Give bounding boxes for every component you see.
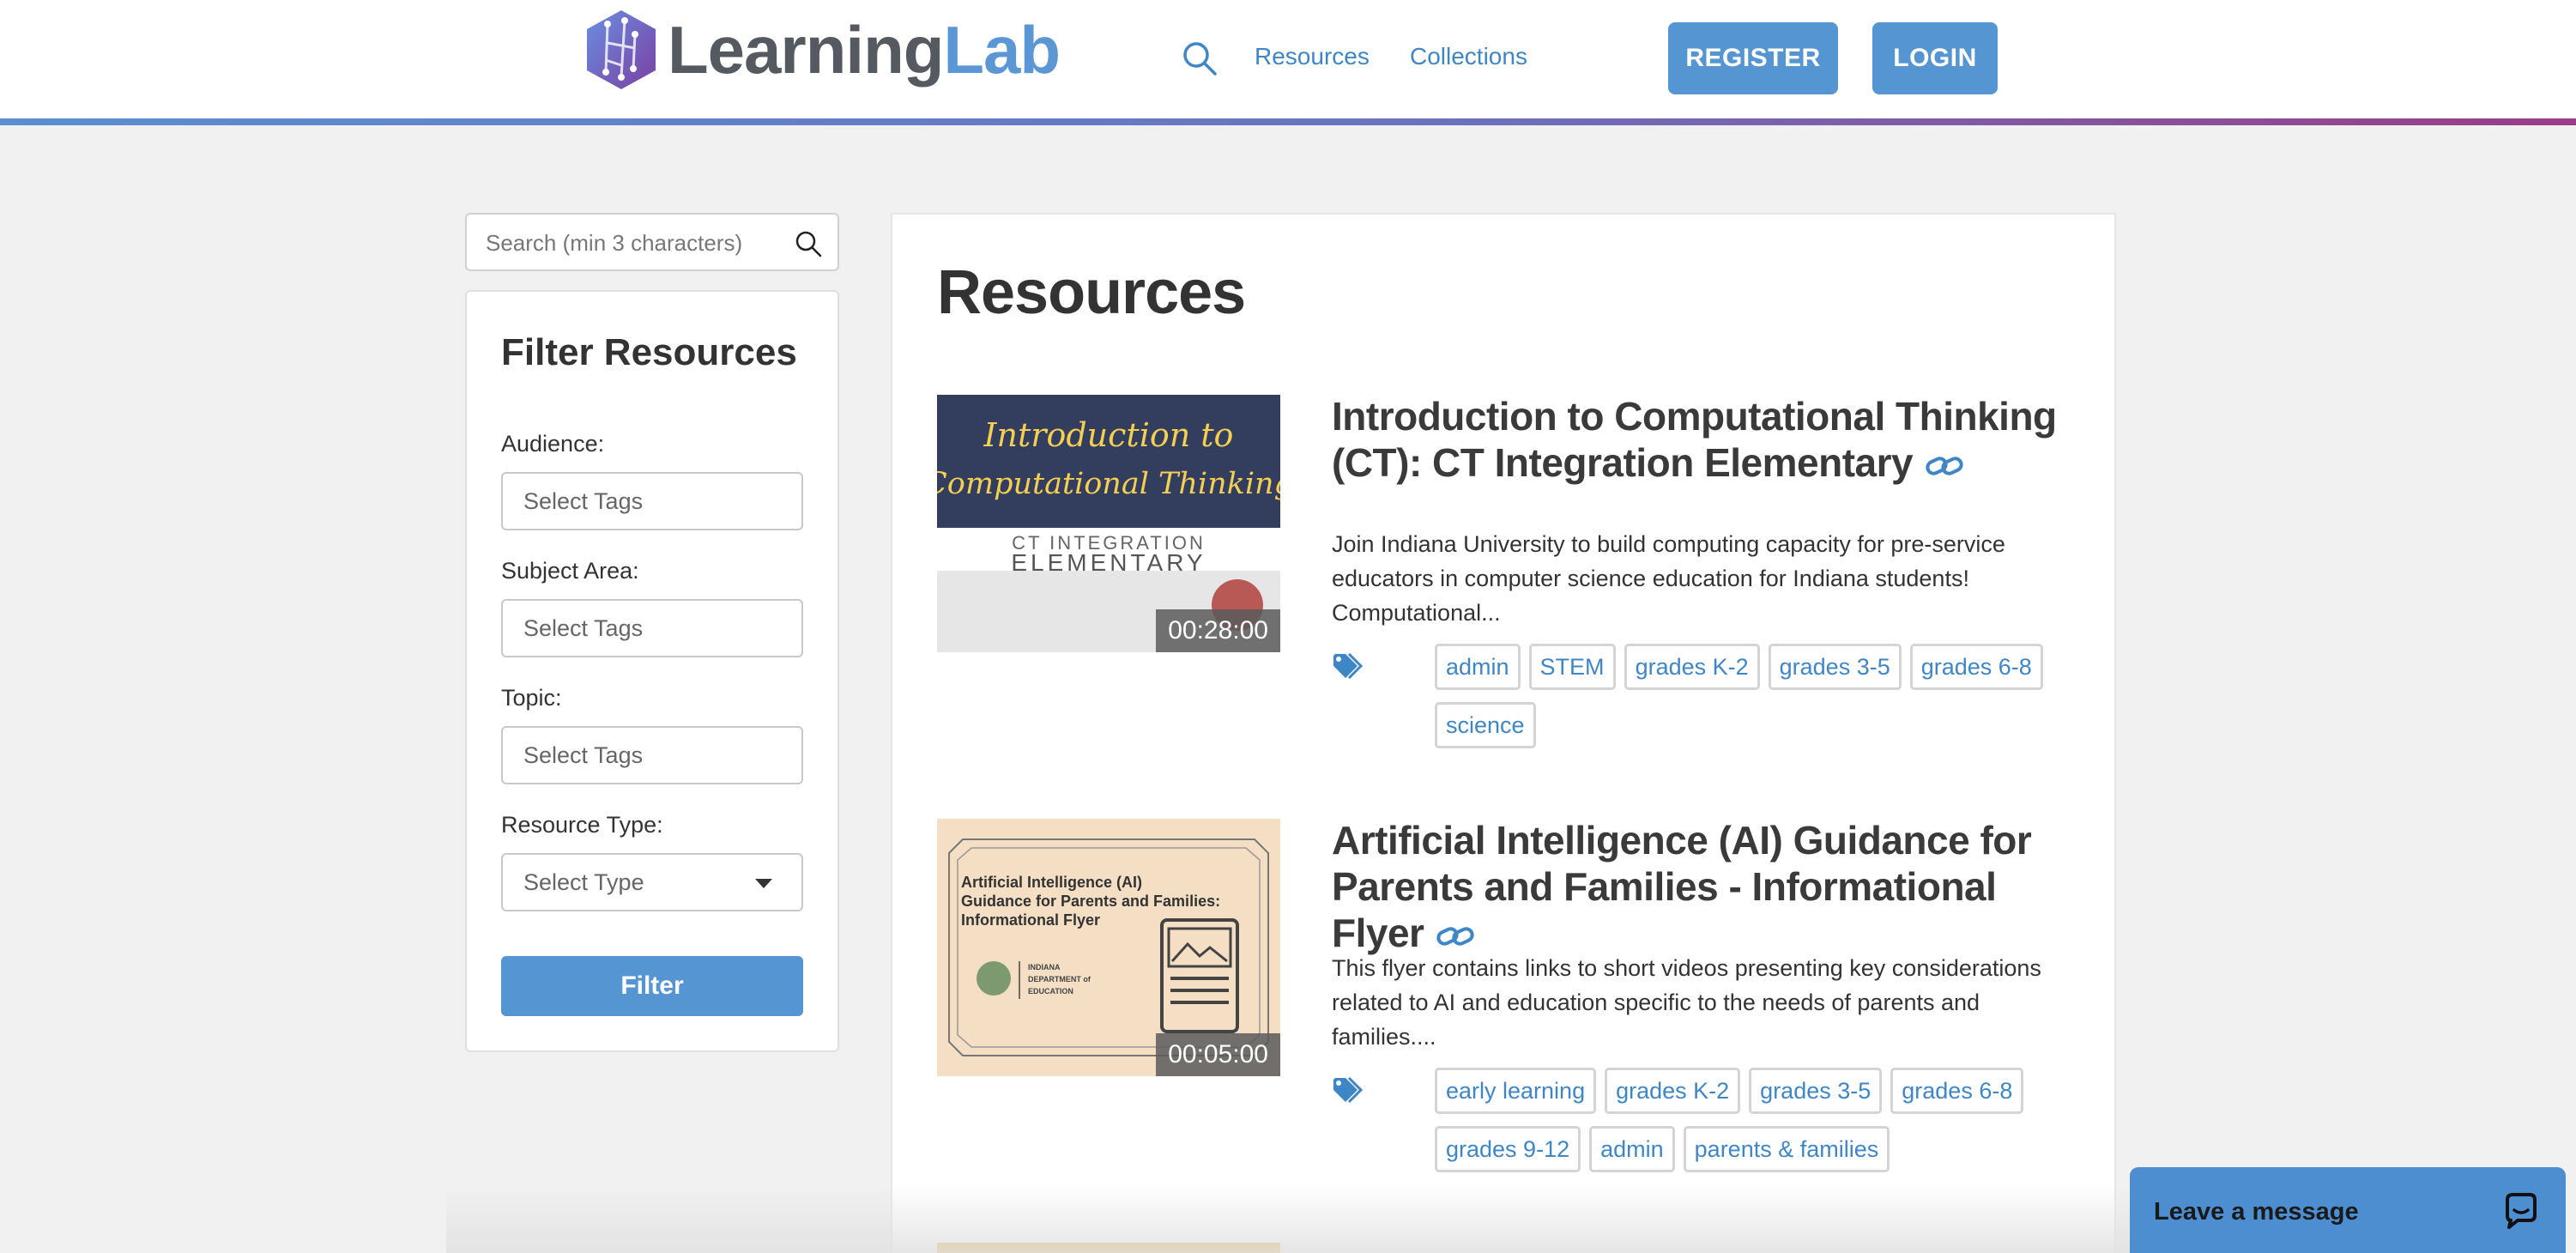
thumbnail-text-line1: Artificial Intelligence (AI) xyxy=(961,874,1142,891)
nav-collections-link[interactable]: Collections xyxy=(1410,43,1527,70)
nav-resources-link[interactable]: Resources xyxy=(1255,43,1370,70)
tag-grades-k-2[interactable]: grades K-2 xyxy=(1605,1068,1741,1114)
tag-grades-6-8[interactable]: grades 6-8 xyxy=(1909,644,2043,690)
resource-type-select-value: Select Type xyxy=(523,869,644,895)
video-duration-badge: 00:05:00 xyxy=(1156,1033,1280,1076)
subject-area-select-placeholder: Select Tags xyxy=(523,614,644,641)
thumbnail-text-line2: Guidance for Parents and Families: xyxy=(961,893,1220,910)
chat-label: Leave a message xyxy=(2154,1198,2359,1226)
tag-admin[interactable]: admin xyxy=(1589,1126,1675,1172)
resource-title-link[interactable]: Artificial Intelligence (AI) Guidance fo… xyxy=(1332,817,2087,956)
thumbnail-text-line2: Computational Thinking xyxy=(937,467,1280,501)
tag-grades-6-8[interactable]: grades 6-8 xyxy=(1890,1068,2024,1114)
tag-stem[interactable]: STEM xyxy=(1528,644,1616,690)
logo-hexagon-icon xyxy=(587,10,656,89)
tags-icon xyxy=(1333,652,1364,680)
tag-early-learning[interactable]: early learning xyxy=(1435,1068,1597,1114)
subject-area-tag-select[interactable]: Select Tags xyxy=(501,599,803,657)
thumbnail-text-line6: EDUCATION xyxy=(1028,987,1073,996)
resource-tags: admin STEM grades K-2 grades 3-5 grades … xyxy=(1435,644,2087,748)
resource-description: Join Indiana University to build computi… xyxy=(1332,531,2005,626)
filter-resources-panel: Filter Resources Audience: Select Tags S… xyxy=(465,290,839,1052)
resource-item: Introduction to Computational Thinking C… xyxy=(937,393,2104,772)
register-button[interactable]: REGISTER xyxy=(1668,22,1838,94)
filter-button[interactable]: Filter xyxy=(501,956,803,1016)
audience-tag-select[interactable]: Select Tags xyxy=(501,472,803,530)
chevron-down-icon xyxy=(755,879,772,888)
resource-title-link[interactable]: Introduction to Computational Thinking (… xyxy=(1332,393,2087,486)
audience-label: Audience: xyxy=(501,431,605,457)
audience-select-placeholder: Select Tags xyxy=(523,487,644,514)
resource-thumbnail[interactable]: Artificial Intelligence (AI) Guidance fo… xyxy=(937,819,1280,1076)
search-icon[interactable] xyxy=(795,230,822,257)
resource-item: Artificial Intelligence (AI) Guidance fo… xyxy=(937,817,2104,1196)
site-header: LearningLab Resources Collections REGIST… xyxy=(0,0,2576,118)
tag-science[interactable]: science xyxy=(1435,702,1536,748)
tag-parents-families[interactable]: parents & families xyxy=(1683,1126,1890,1172)
filter-title: Filter Resources xyxy=(501,331,797,373)
thumbnail-text-line1: Introduction to xyxy=(983,416,1234,454)
thumbnail-text-line5: DEPARTMENT of xyxy=(1028,975,1091,984)
tag-grades-3-5[interactable]: grades 3-5 xyxy=(1768,644,1902,690)
tag-grades-k-2[interactable]: grades K-2 xyxy=(1624,644,1760,690)
tags-icon xyxy=(1333,1076,1364,1104)
bottom-fade-overlay xyxy=(446,1184,2145,1253)
thumbnail-text-line4: ELEMENTARY xyxy=(1011,549,1206,576)
thumbnail-text-line3: Informational Flyer xyxy=(961,911,1100,929)
resource-thumbnail[interactable]: Introduction to Computational Thinking C… xyxy=(937,395,1280,652)
topic-label: Topic: xyxy=(501,685,562,711)
video-duration-badge: 00:28:00 xyxy=(1156,609,1280,652)
search-icon[interactable] xyxy=(1181,39,1218,77)
tag-grades-3-5[interactable]: grades 3-5 xyxy=(1749,1068,1883,1114)
tag-admin[interactable]: admin xyxy=(1435,644,1521,690)
learninglab-logo[interactable]: LearningLab xyxy=(584,9,1061,91)
header-gradient-bar xyxy=(0,118,2576,125)
login-button[interactable]: LOGIN xyxy=(1872,22,1998,94)
resource-search-box xyxy=(465,213,839,271)
subject-area-label: Subject Area: xyxy=(501,558,639,584)
resource-tags: early learning grades K-2 grades 3-5 gra… xyxy=(1435,1068,2087,1172)
resource-description: This flyer contains links to short video… xyxy=(1332,955,2041,1050)
resources-main-panel: Resources Introduction to Computational … xyxy=(891,213,2116,1253)
resource-type-select[interactable]: Select Type xyxy=(501,853,803,911)
chat-bubble-icon xyxy=(2506,1193,2537,1229)
topic-tag-select[interactable]: Select Tags xyxy=(501,726,803,784)
page-title: Resources xyxy=(937,258,1246,327)
leave-message-chat-widget[interactable]: Leave a message xyxy=(2130,1167,2566,1253)
logo-text: LearningLab xyxy=(668,11,1061,88)
link-icon[interactable] xyxy=(1925,453,1964,479)
resource-type-label: Resource Type: xyxy=(501,812,663,838)
resource-search-input[interactable] xyxy=(486,225,777,261)
tag-grades-9-12[interactable]: grades 9-12 xyxy=(1435,1126,1581,1172)
thumbnail-text-line4: INDIANA xyxy=(1028,963,1061,972)
topic-select-placeholder: Select Tags xyxy=(523,742,644,768)
link-icon[interactable] xyxy=(1436,923,1475,949)
